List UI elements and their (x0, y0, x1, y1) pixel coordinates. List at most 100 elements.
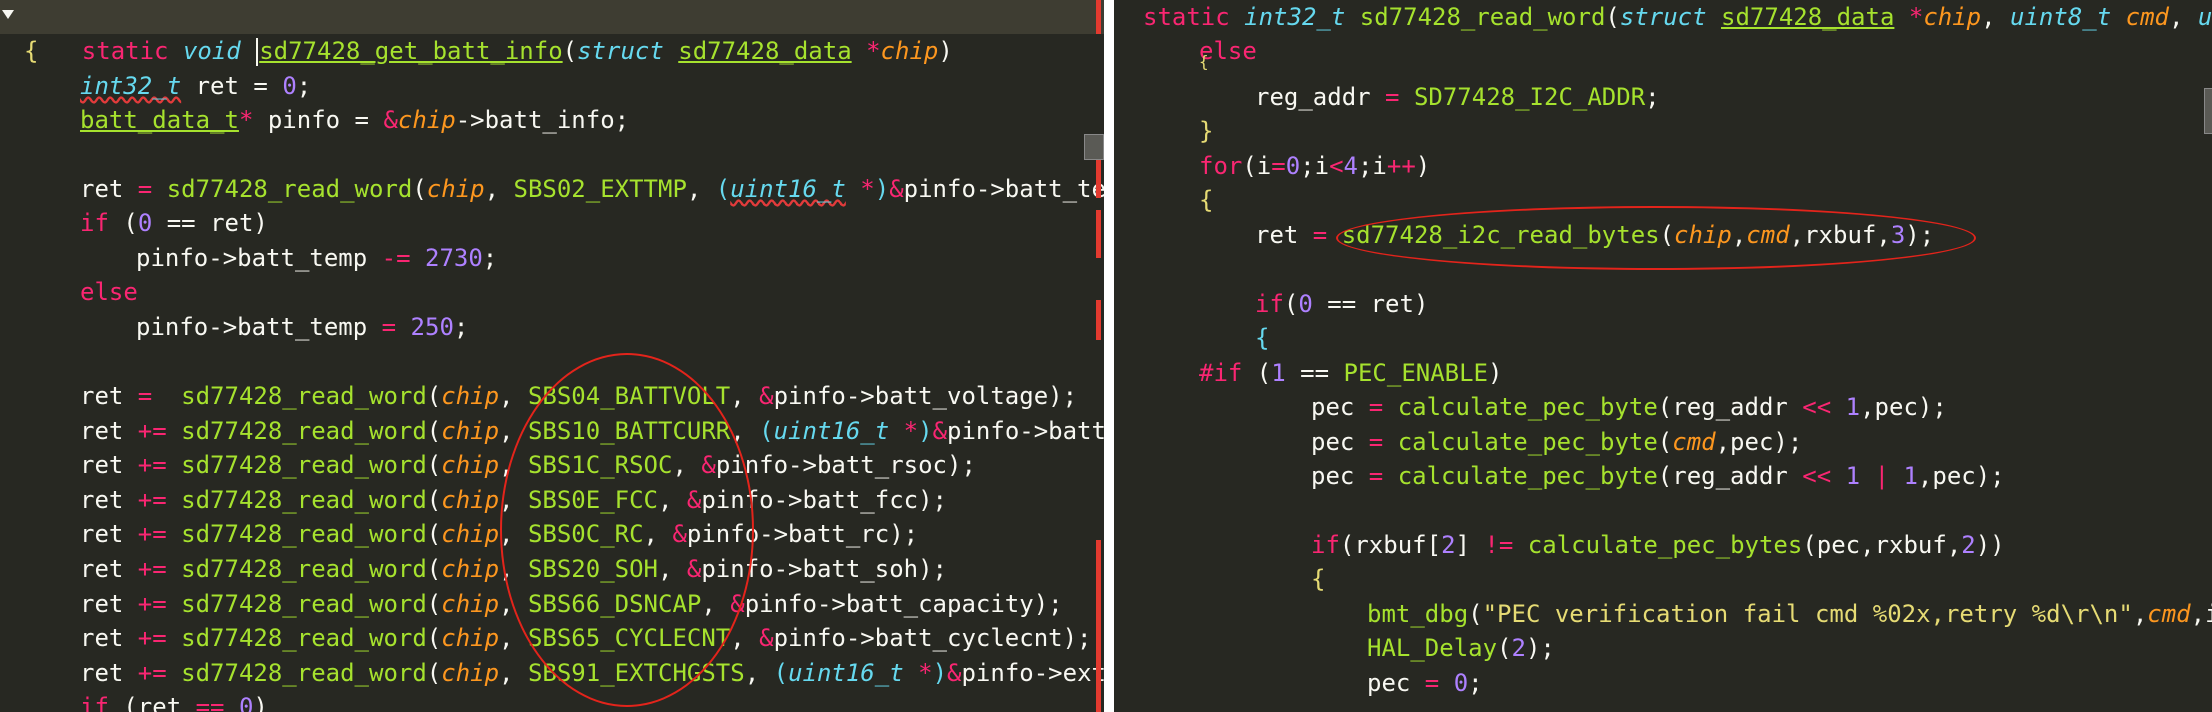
token: cmd (2125, 3, 2169, 31)
code-line-pec-2[interactable]: pec = calculate_pec_byte(cmd,pec); (1114, 425, 2212, 459)
token: 0 (1298, 290, 1313, 318)
token: = (1271, 152, 1286, 180)
token: += (137, 417, 182, 445)
token: , (499, 486, 528, 514)
token: sd77428_read_word (181, 590, 427, 618)
token: SBS04_BATTVOLT (527, 382, 731, 410)
code-line-if-ret[interactable]: if(0 == ret) (1114, 287, 2212, 321)
right-editor-pane[interactable]: static int32_t sd77428_read_word(struct … (1114, 0, 2212, 712)
token: 1 (1271, 359, 1286, 387)
token: 1 (1845, 462, 1861, 490)
code-line-bmt-dbg[interactable]: bmt_dbg("PEC verification fail cmd %02x,… (1114, 597, 2212, 631)
code-line-pec-1[interactable]: pec = calculate_pec_byte(reg_addr << 1,p… (1114, 390, 2212, 424)
scrollbar-thumb[interactable] (1084, 134, 1104, 160)
scrollbar-thumb[interactable] (2204, 88, 2212, 134)
token: ,pec); (1860, 393, 1947, 421)
token: ret (80, 659, 138, 687)
token: chip (1674, 221, 1732, 249)
token: & (932, 417, 948, 445)
token: pinfo->batt_voltage (773, 382, 1049, 410)
code-line-read-word[interactable]: ret += sd77428_read_word(chip, SBS10_BAT… (0, 414, 1104, 448)
code-line-6[interactable]: ret = sd77428_read_word(chip, SBS02_EXTT… (0, 172, 1104, 206)
token: chip (441, 520, 500, 548)
token: = (1424, 669, 1440, 697)
token: ); (947, 451, 976, 479)
token: , (658, 555, 687, 583)
code-line-hal-delay[interactable]: HAL_Delay(2); (1114, 631, 2212, 665)
fold-arrow-icon[interactable] (2, 10, 14, 19)
token: SBS02_EXTTMP (513, 175, 687, 203)
token: sd77428_i2c_read_bytes (1341, 221, 1660, 249)
token: ( (426, 382, 442, 410)
code-line-10[interactable]: pinfo->batt_temp = 250; (0, 310, 1104, 344)
token: (reg_addr (1657, 393, 1803, 421)
code-line-read-word[interactable]: ret += sd77428_read_word(chip, SBS0E_FCC… (0, 483, 1104, 517)
code-line-3[interactable]: int32_t ret = 0; (0, 69, 1104, 103)
code-line-last[interactable]: if (ret == 0) (0, 690, 1104, 712)
token: calculate_pec_byte (1397, 462, 1658, 490)
token: ); (1525, 634, 1555, 662)
code-line-9[interactable]: else (0, 275, 1104, 309)
pane-divider[interactable] (1104, 0, 1114, 712)
code-line-close-brace[interactable]: } (1114, 114, 2212, 148)
token: ( (412, 175, 427, 203)
token: if (1255, 290, 1284, 318)
token: ,pec); (1917, 462, 2005, 490)
token: pec (1367, 669, 1425, 697)
token: += (137, 555, 182, 583)
code-line-open-brace[interactable]: { (1114, 183, 2212, 217)
token: , (499, 382, 528, 410)
code-line-sig[interactable]: static int32_t sd77428_read_word(struct … (1114, 0, 2212, 34)
code-line-read-bytes[interactable]: ret = sd77428_i2c_read_bytes(chip,cmd,rx… (1114, 218, 2212, 252)
code-line-open-brace-3[interactable]: { (1114, 562, 2212, 596)
code-line-4[interactable]: batt_data_t* pinfo = &chip->batt_info; (0, 103, 1104, 137)
code-line-read-word[interactable]: ret += sd77428_read_word(chip, SBS1C_RSO… (0, 448, 1104, 482)
code-line-pec-3[interactable]: pec = calculate_pec_byte(reg_addr << 1 |… (1114, 459, 2212, 493)
left-editor-pane[interactable]: static void sd77428_get_batt_info(struct… (0, 0, 1104, 712)
code-line-reg-addr[interactable]: reg_addr = SD77428_I2C_ADDR; (1114, 80, 2212, 114)
token: * (889, 417, 919, 445)
code-line-pec-zero[interactable]: pec = 0; (1114, 666, 2212, 700)
token: 1 (1903, 462, 1918, 490)
token: 0 (238, 693, 254, 712)
token: uint16_t (773, 417, 890, 445)
code-line-read-word[interactable]: ret += sd77428_read_word(chip, SBS91_EXT… (0, 656, 1104, 690)
code-line-if-rxbuf[interactable]: if(rxbuf[2] != calculate_pec_bytes(pec,r… (1114, 528, 2212, 562)
token: 2 (1441, 531, 1456, 559)
code-line-1[interactable]: static void sd77428_get_batt_info(struct… (0, 0, 1104, 66)
token: pinfo->batt_c (947, 417, 1104, 445)
code-line-for[interactable]: for(i=0;i<4;i++) (1114, 149, 2212, 183)
token: chip (441, 417, 500, 445)
token: ;i (1357, 152, 1387, 180)
code-line-read-word[interactable]: ret = sd77428_read_word(chip, SBS04_BATT… (0, 379, 1104, 413)
token: reg_addr (1255, 83, 1386, 111)
token: SBS0E_FCC (527, 486, 658, 514)
code-line-read-word[interactable]: ret += sd77428_read_word(chip, SBS20_SOH… (0, 552, 1104, 586)
code-line-7[interactable]: if (0 == ret) (0, 206, 1104, 240)
token: )) (1975, 531, 2005, 559)
token: ( (1497, 634, 1512, 662)
token: | (1874, 462, 1890, 490)
code-line-read-word[interactable]: ret += sd77428_read_word(chip, SBS0C_RC,… (0, 517, 1104, 551)
token: if (80, 209, 109, 237)
token: ret (80, 382, 138, 410)
code-line-read-word[interactable]: ret += sd77428_read_word(chip, SBS66_DSN… (0, 587, 1104, 621)
code-line-open-brace-2[interactable]: { (1114, 321, 2212, 355)
code-line-hash-if[interactable]: #if (1 == PEC_ENABLE) (1114, 356, 2212, 390)
token: * (1894, 3, 1924, 31)
code-line-8[interactable]: pinfo->batt_temp -= 2730; (0, 241, 1104, 275)
token: sd77428_data (1721, 3, 1895, 31)
token: ++ (1386, 152, 1416, 180)
code-line-read-word[interactable]: ret += sd77428_read_word(chip, SBS65_CYC… (0, 621, 1104, 655)
token: 2 (1961, 531, 1976, 559)
token: pinfo->batt_temp (136, 313, 382, 341)
code-line-2[interactable]: { (0, 34, 1104, 68)
token: chip (441, 624, 500, 652)
